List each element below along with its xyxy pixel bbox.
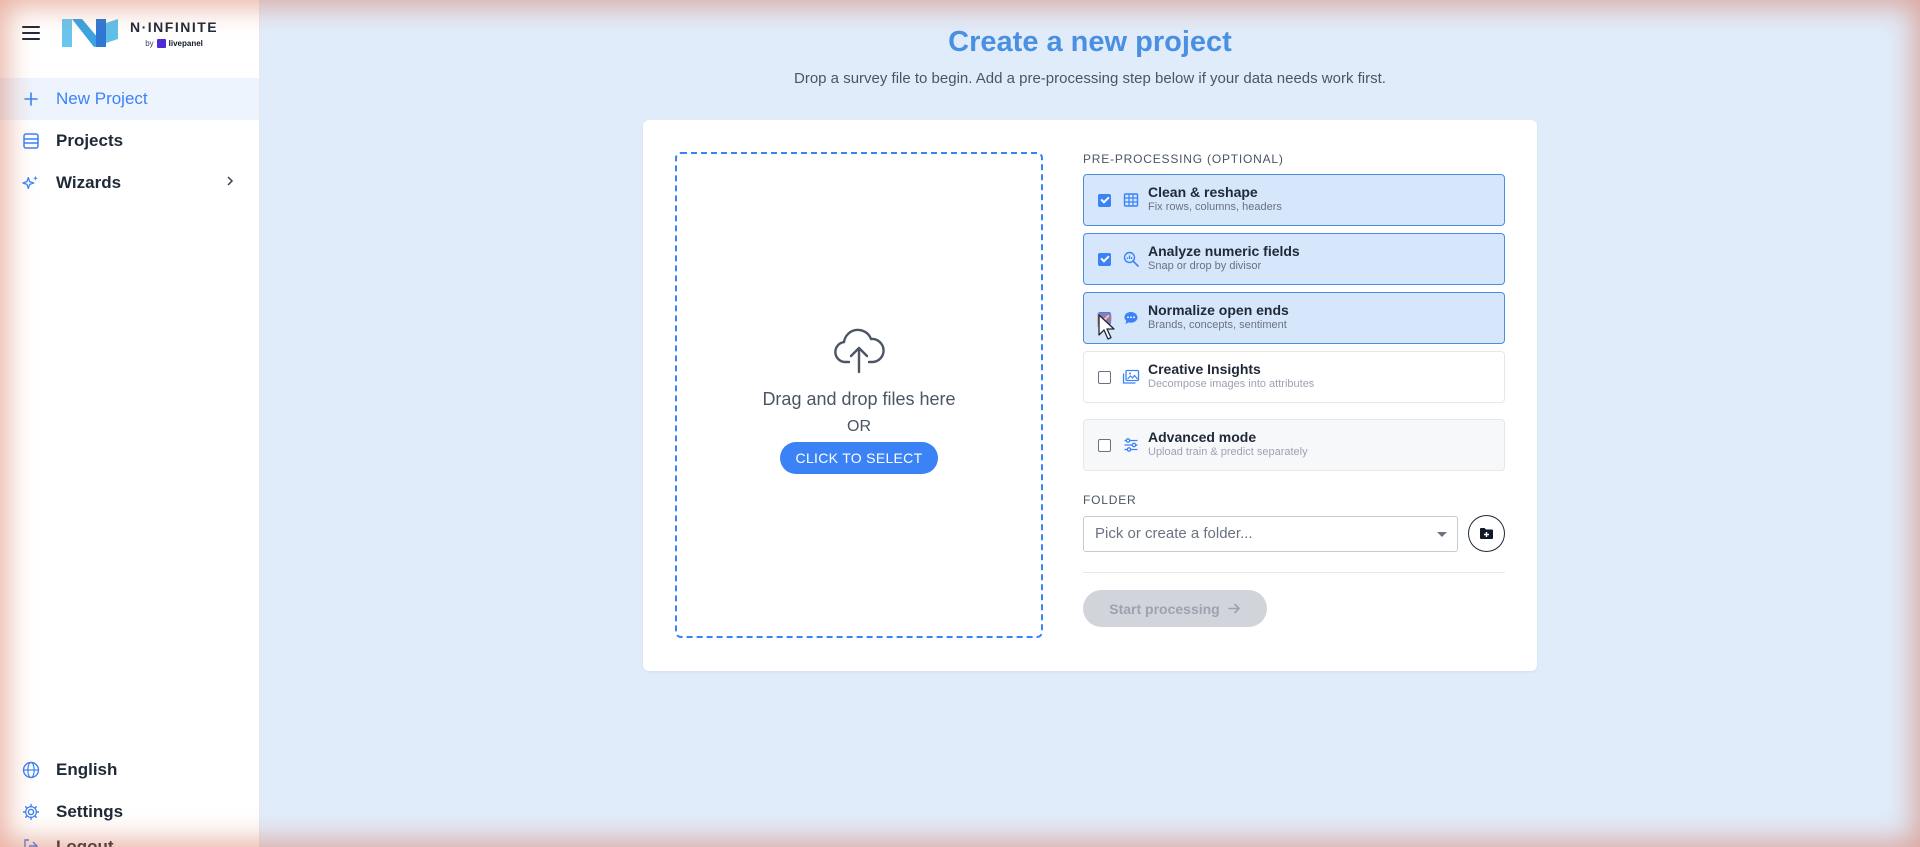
- option-title: Clean & reshape: [1148, 184, 1258, 200]
- gear-icon: [22, 803, 40, 821]
- magnify-chart-icon: [1122, 250, 1140, 268]
- livepanel-logo-icon: [156, 38, 166, 48]
- create-folder-button[interactable]: [1468, 515, 1505, 552]
- option-desc: Brands, concepts, sentiment: [1148, 319, 1287, 331]
- plus-icon: [22, 90, 40, 108]
- cloud-upload-icon: [833, 328, 885, 379]
- select-file-button[interactable]: CLICK TO SELECT: [779, 442, 939, 474]
- option-desc: Upload train & predict separately: [1148, 446, 1308, 458]
- option-desc: Snap or drop by divisor: [1148, 260, 1262, 272]
- preprocessing-label: PRE-PROCESSING (OPTIONAL): [1083, 152, 1284, 166]
- chevron-right-icon[interactable]: [225, 174, 235, 192]
- logo-text: N·INFINITE by livepanel: [130, 19, 218, 48]
- option-text: Clean & reshape Fix rows, columns, heade…: [1148, 184, 1282, 213]
- options-panel: PRE-PROCESSING (OPTIONAL) Clean & reshap…: [1083, 152, 1505, 627]
- option-checkbox[interactable]: [1098, 370, 1111, 384]
- start-processing-label: Start processing: [1109, 600, 1220, 617]
- main-content: Create a new project Drop a survey file …: [260, 0, 1920, 847]
- option-text: Normalize open ends Brands, concepts, se…: [1148, 302, 1289, 331]
- sparkles-icon: [22, 174, 40, 192]
- sidebar-item-label: Logout: [56, 837, 114, 847]
- option-title: Advanced mode: [1148, 429, 1257, 445]
- sidebar-header: N·INFINITE by livepanel: [0, 0, 259, 66]
- sidebar-item-label: English: [56, 760, 118, 779]
- folder-placeholder: Pick or create a folder...: [1095, 525, 1253, 542]
- option-analyze-numeric[interactable]: Analyze numeric fields Snap or drop by d…: [1083, 233, 1505, 285]
- chat-bubble-icon: [1122, 309, 1140, 327]
- sidebar-bottom: English Settings Logout: [0, 749, 259, 847]
- folder-label: FOLDER: [1083, 493, 1137, 507]
- page-subtitle: Drop a survey file to begin. Add a pre-p…: [794, 70, 1386, 87]
- sidebar-item-language[interactable]: English: [0, 749, 259, 791]
- divider: [1083, 572, 1505, 573]
- option-desc: Fix rows, columns, headers: [1148, 201, 1282, 213]
- option-title: Normalize open ends: [1148, 302, 1289, 318]
- sidebar: N·INFINITE by livepanel New Project Proj…: [0, 0, 260, 847]
- option-checkbox[interactable]: [1098, 252, 1111, 266]
- option-title: Analyze numeric fields: [1148, 243, 1300, 259]
- list-icon: [22, 132, 40, 150]
- option-text: Analyze numeric fields Snap or drop by d…: [1148, 243, 1300, 272]
- folder-row: Pick or create a folder...: [1083, 515, 1505, 552]
- app-logo[interactable]: N·INFINITE by livepanel: [60, 15, 218, 51]
- brand-name: N·INFINITE: [130, 18, 219, 35]
- arrow-right-icon: [1227, 603, 1240, 614]
- hamburger-menu-icon[interactable]: [22, 26, 40, 40]
- sliders-icon: [1122, 436, 1140, 454]
- start-processing-button[interactable]: Start processing: [1083, 590, 1267, 627]
- option-normalize-open-ends[interactable]: Normalize open ends Brands, concepts, se…: [1083, 292, 1505, 344]
- option-desc: Decompose images into attributes: [1148, 378, 1315, 390]
- folder-select[interactable]: Pick or create a folder...: [1083, 515, 1459, 552]
- images-icon: [1122, 368, 1140, 386]
- mouse-pointer-icon: [1097, 313, 1115, 340]
- dropzone-or: OR: [847, 418, 871, 435]
- folder-plus-icon: [1480, 528, 1494, 539]
- n-infinite-logo-mark: [62, 19, 118, 47]
- brand-by-line: by livepanel: [145, 38, 203, 48]
- create-project-card: Drag and drop files here OR CLICK TO SEL…: [643, 120, 1537, 671]
- option-checkbox[interactable]: [1098, 193, 1111, 207]
- page-title: Create a new project: [948, 26, 1232, 58]
- brand-by: by: [145, 38, 154, 48]
- sidebar-item-label: New Project: [56, 89, 148, 108]
- brand-partner: livepanel: [168, 38, 203, 48]
- sidebar-item-label: Settings: [56, 802, 124, 821]
- option-clean-reshape[interactable]: Clean & reshape Fix rows, columns, heade…: [1083, 174, 1505, 226]
- option-title: Creative Insights: [1148, 361, 1261, 377]
- logout-icon: [22, 837, 40, 847]
- sidebar-item-wizards[interactable]: Wizards: [0, 162, 259, 204]
- globe-icon: [22, 761, 40, 779]
- sidebar-item-label: Projects: [56, 131, 124, 150]
- sidebar-item-projects[interactable]: Projects: [0, 120, 259, 162]
- table-icon: [1122, 191, 1140, 209]
- option-checkbox[interactable]: [1098, 438, 1111, 452]
- file-dropzone[interactable]: Drag and drop files here OR CLICK TO SEL…: [675, 152, 1043, 638]
- sidebar-item-new-project[interactable]: New Project: [0, 78, 259, 120]
- option-text: Advanced mode Upload train & predict sep…: [1148, 429, 1308, 458]
- option-advanced-mode[interactable]: Advanced mode Upload train & predict sep…: [1083, 419, 1505, 471]
- sidebar-item-label: Wizards: [56, 173, 122, 192]
- caret-down-icon: [1437, 531, 1448, 537]
- option-creative-insights[interactable]: Creative Insights Decompose images into …: [1083, 351, 1505, 403]
- dropzone-text: Drag and drop files here: [762, 389, 956, 409]
- sidebar-item-logout[interactable]: Logout: [0, 833, 259, 847]
- sidebar-item-settings[interactable]: Settings: [0, 791, 259, 833]
- option-text: Creative Insights Decompose images into …: [1148, 361, 1314, 390]
